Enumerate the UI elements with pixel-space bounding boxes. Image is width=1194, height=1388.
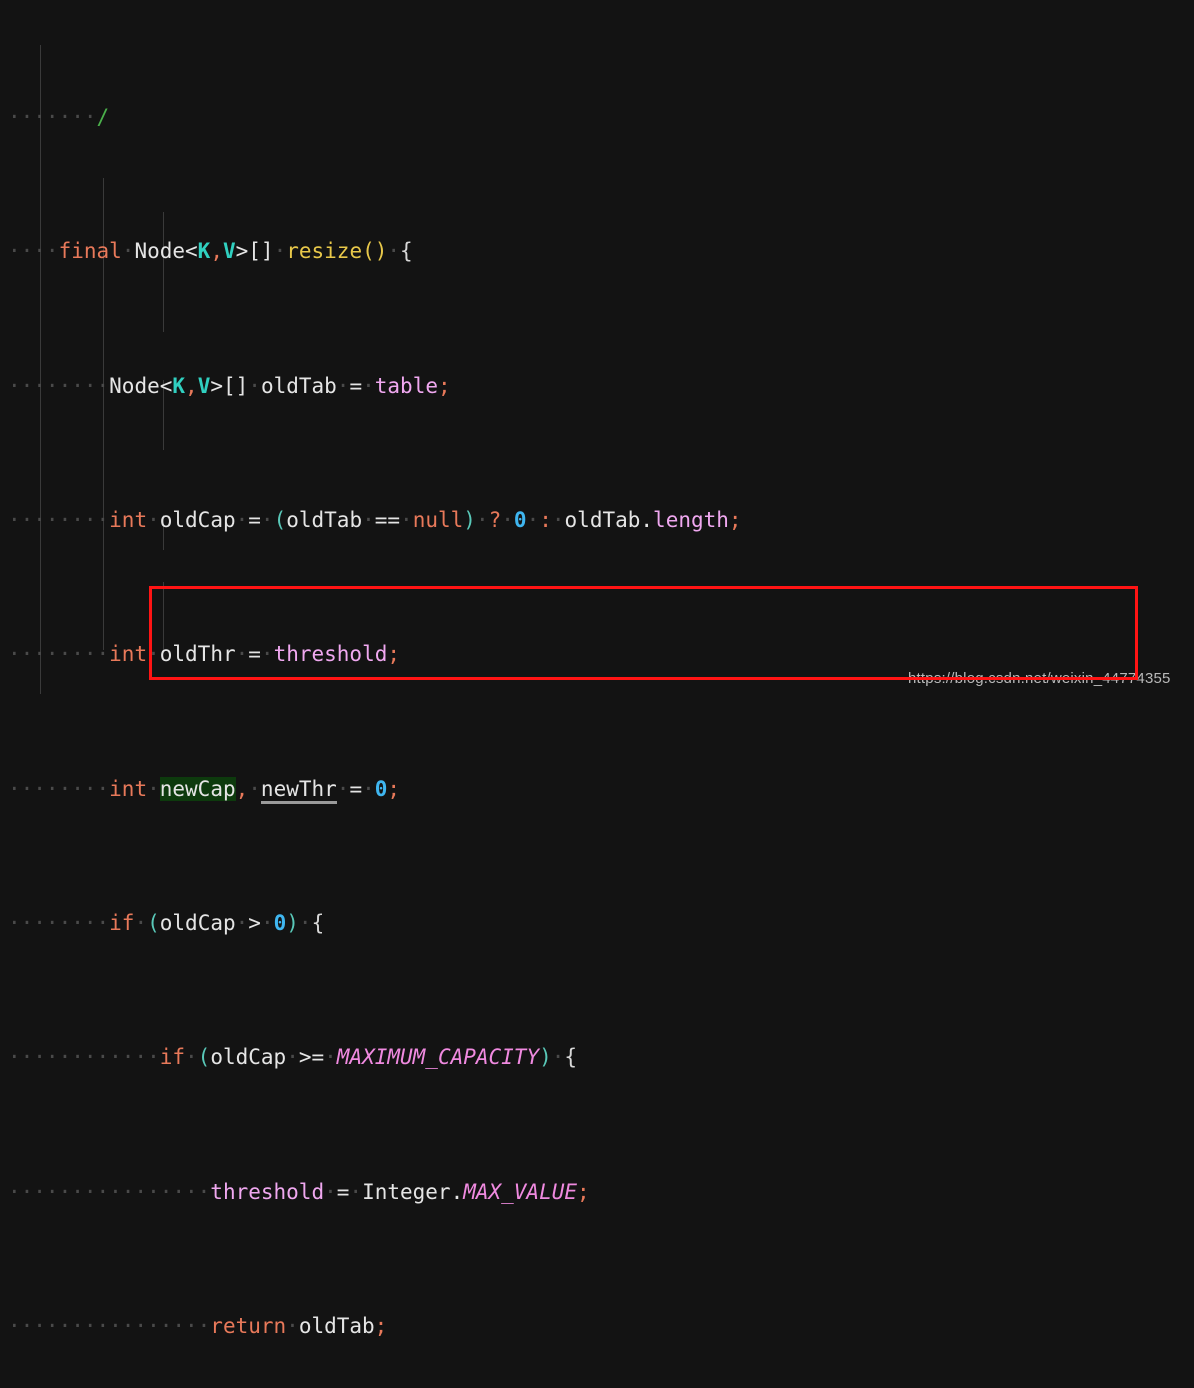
open-brace: { (564, 1045, 578, 1070)
paren-open: ( (197, 1045, 211, 1070)
ternary-colon: : (539, 507, 552, 532)
operator-assign: = (248, 507, 261, 532)
var-oldtab: oldTab (260, 373, 337, 398)
code-line: ········int·oldCap·=·(oldTab·==·null)·?·… (8, 507, 742, 532)
generic-v: V (197, 373, 211, 398)
paren-close: ) (286, 911, 299, 936)
paren-close: ) (463, 507, 476, 532)
comma: , (210, 239, 223, 264)
type-node: Node< (134, 239, 198, 264)
watermark-url: https://blog.csdn.net/weixin_44774355 (908, 670, 1171, 687)
var-oldcap: oldCap (159, 507, 236, 532)
var-oldtab: oldTab. (564, 507, 654, 532)
field-length: length (653, 507, 729, 532)
code-line: ········Node<K,V>[]·oldTab·=·table; (8, 373, 451, 398)
field-threshold: threshold (273, 642, 388, 667)
var-newthr-underlined: newThr (260, 776, 337, 804)
code-line: ········int·newCap,·newThr·=·0; (0, 773, 1194, 807)
keyword-return: return (210, 1314, 287, 1339)
code-line: ············if·(oldCap·>=·MAXIMUM_CAPACI… (8, 1045, 578, 1070)
semicolon: ; (374, 1314, 388, 1339)
var-oldcap: oldCap (159, 911, 236, 936)
var-oldcap: oldCap (210, 1045, 287, 1070)
array-brackets: >[] (210, 373, 249, 398)
var-oldtab: oldTab (298, 1314, 375, 1339)
open-brace: { (311, 911, 325, 936)
operator-assign: = (349, 776, 363, 801)
number-zero: 0 (273, 911, 287, 936)
var-oldtab: oldTab (286, 507, 363, 532)
var-newcap-highlighted: newCap (159, 776, 236, 801)
paren-open: ( (147, 911, 160, 936)
field-threshold: threshold (210, 1179, 325, 1204)
method-resize: resize() (286, 239, 388, 264)
semicolon: ; (577, 1179, 590, 1204)
keyword-int: int (109, 776, 148, 801)
operator-assign: = (248, 642, 261, 667)
paren-open: ( (273, 507, 287, 532)
keyword-if: if (109, 911, 135, 936)
field-table: table (374, 373, 438, 398)
operator-gte: >= (298, 1045, 325, 1070)
code-line: ········if·(oldCap·>·0)·{ (8, 911, 325, 936)
ternary-question: ? (488, 507, 502, 532)
semicolon: ; (437, 373, 451, 398)
type-integer: Integer. (362, 1179, 464, 1204)
code-lines: ·······/ ····final·Node<K,V>[]·resize()·… (0, 0, 1194, 1338)
operator-equals: == (374, 507, 401, 532)
generic-v: V (222, 239, 236, 264)
generic-k: K (197, 239, 211, 264)
semicolon: ; (728, 507, 742, 532)
code-line: ·······/ (8, 104, 110, 129)
operator-assign: = (349, 373, 363, 398)
keyword-final: final (58, 239, 122, 264)
semicolon: ; (387, 642, 401, 667)
paren-close: ) (539, 1045, 552, 1070)
operator-gt: > (248, 911, 261, 936)
const-maximum-capacity: MAXIMUM_CAPACITY (336, 1045, 540, 1070)
code-line: ················return·oldTab; (8, 1314, 388, 1339)
array-brackets: >[] (235, 239, 274, 264)
code-line: ····final·Node<K,V>[]·resize()·{ (8, 239, 413, 264)
operator-assign: = (336, 1179, 350, 1204)
var-oldthr: oldThr (159, 642, 236, 667)
code-line: ················threshold·=·Integer.MAX_… (8, 1179, 590, 1204)
keyword-int: int (109, 642, 148, 667)
const-max-value: MAX_VALUE (463, 1179, 578, 1204)
keyword-null: null (412, 507, 464, 532)
keyword-if: if (159, 1045, 186, 1070)
semicolon: ; (387, 776, 401, 801)
number-zero: 0 (374, 776, 388, 801)
number-zero: 0 (513, 507, 527, 532)
code-editor[interactable]: ·······/ ····final·Node<K,V>[]·resize()·… (0, 0, 1194, 1338)
keyword-int: int (109, 507, 148, 532)
generic-k: K (172, 373, 186, 398)
comma: , (185, 373, 198, 398)
javadoc-end: / (96, 104, 110, 129)
type-node: Node< (109, 373, 173, 398)
comma: , (235, 776, 249, 801)
open-brace: { (400, 239, 413, 264)
